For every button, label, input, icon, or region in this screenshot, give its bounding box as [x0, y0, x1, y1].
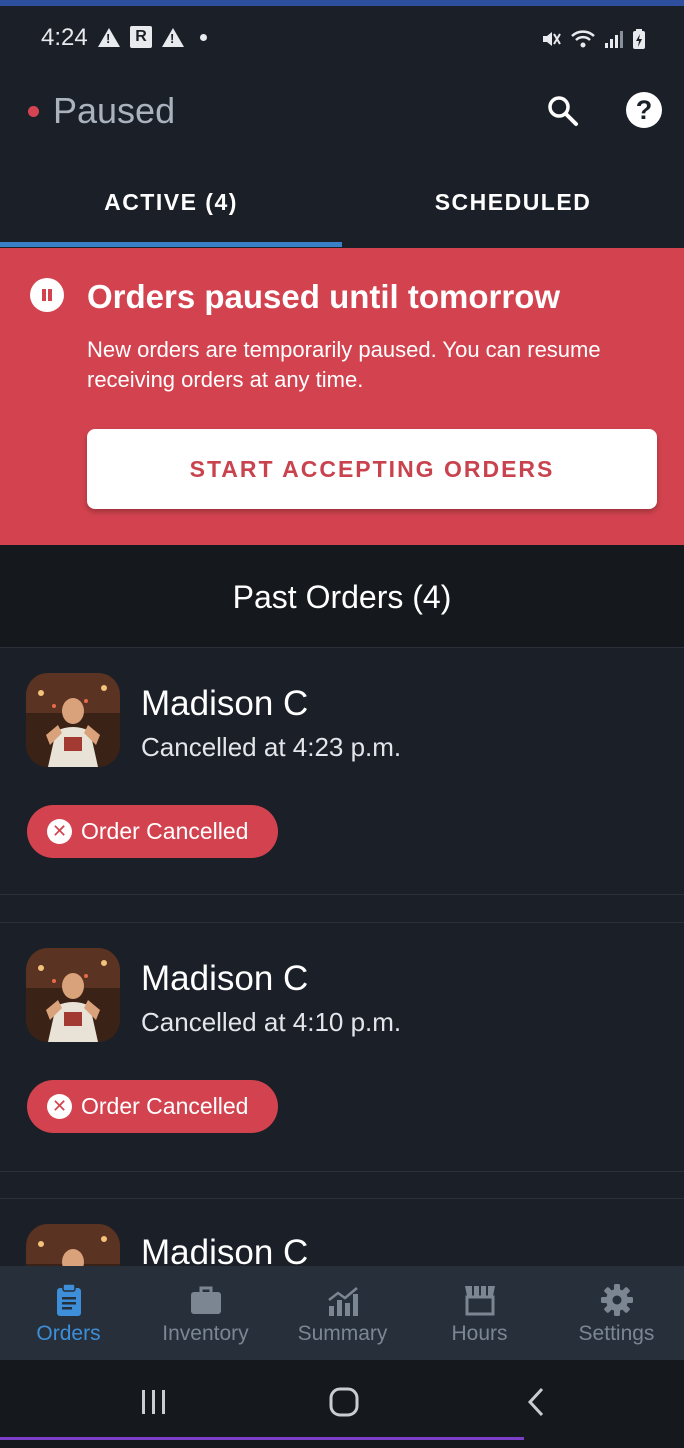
- nav-inventory[interactable]: Inventory: [137, 1266, 274, 1360]
- app-header: Paused ?: [0, 66, 684, 158]
- nav-settings[interactable]: Settings: [548, 1266, 684, 1360]
- order-card[interactable]: Madison C Cancelled at 4:23 p.m. ✕ Order…: [0, 647, 684, 895]
- order-status-time: Cancelled at 4:23 p.m.: [141, 732, 402, 762]
- nav-hours[interactable]: Hours: [411, 1266, 548, 1360]
- help-icon[interactable]: ?: [626, 92, 662, 128]
- status-time: 4:24: [41, 24, 88, 51]
- order-tabs: ACTIVE (4) SCHEDULED: [0, 158, 684, 248]
- back-icon[interactable]: [506, 1382, 566, 1422]
- bottom-progress-bar: [0, 1437, 524, 1440]
- recents-icon[interactable]: [124, 1382, 184, 1422]
- paused-status-dot: [28, 106, 39, 117]
- briefcase-icon: [190, 1286, 221, 1314]
- r-app-icon: R: [130, 26, 152, 48]
- order-status-time: Cancelled at 4:10 p.m.: [141, 1007, 402, 1037]
- orders-paused-banner: Orders paused until tomorrow New orders …: [0, 248, 684, 545]
- nav-label: Orders: [36, 1322, 101, 1345]
- badge-label: Order Cancelled: [81, 818, 249, 844]
- clipboard-icon: [56, 1283, 81, 1316]
- status-bar: 4:24 R: [0, 6, 684, 66]
- chart-icon: [327, 1287, 358, 1316]
- cancel-icon: ✕: [47, 1094, 72, 1119]
- home-icon[interactable]: [314, 1382, 374, 1422]
- start-accepting-orders-button[interactable]: START ACCEPTING ORDERS: [87, 429, 657, 509]
- mute-icon: [543, 32, 561, 46]
- cancel-icon: ✕: [47, 819, 72, 844]
- nav-label: Summary: [297, 1322, 388, 1345]
- order-cancelled-badge: ✕ Order Cancelled: [27, 1080, 278, 1133]
- search-icon[interactable]: [546, 94, 580, 128]
- signal-icon: [605, 31, 623, 48]
- nav-summary[interactable]: Summary: [274, 1266, 411, 1360]
- warning-icon: [162, 27, 184, 47]
- past-orders-header: Past Orders (4): [0, 545, 684, 647]
- nav-label: Hours: [451, 1322, 508, 1345]
- tab-indicator: [0, 242, 342, 247]
- gear-icon: [600, 1284, 633, 1316]
- tab-scheduled[interactable]: SCHEDULED: [342, 158, 684, 248]
- wifi-icon: [571, 30, 595, 48]
- warning-icon: [98, 27, 120, 47]
- order-card[interactable]: Madison C: [0, 1198, 684, 1318]
- notification-icons: R: [98, 26, 207, 48]
- nav-label: Inventory: [162, 1322, 249, 1345]
- storefront-icon: [464, 1286, 495, 1316]
- store-status-label[interactable]: Paused: [53, 90, 175, 132]
- customer-avatar: [26, 673, 120, 767]
- order-card[interactable]: Madison C Cancelled at 4:10 p.m. ✕ Order…: [0, 922, 684, 1172]
- badge-label: Order Cancelled: [81, 1093, 249, 1119]
- dot-icon: [200, 33, 207, 41]
- battery-icon: [633, 29, 645, 49]
- nav-label: Settings: [578, 1322, 655, 1345]
- pause-icon: [30, 278, 64, 312]
- customer-name: Madison C: [141, 684, 309, 723]
- banner-title: Orders paused until tomorrow: [87, 278, 561, 315]
- app-screen: 4:24 R: [0, 0, 684, 1448]
- customer-avatar: [26, 948, 120, 1042]
- nav-orders[interactable]: Orders: [0, 1266, 137, 1360]
- bottom-navigation: Orders Inventory Summary Hours Settings: [0, 1266, 684, 1360]
- system-navigation-bar: [0, 1360, 684, 1448]
- tab-active[interactable]: ACTIVE (4): [0, 158, 342, 248]
- banner-message: New orders are temporarily paused. You c…: [87, 337, 601, 392]
- order-cancelled-badge: ✕ Order Cancelled: [27, 805, 278, 858]
- system-status-icons: [540, 28, 646, 50]
- customer-name: Madison C: [141, 959, 309, 998]
